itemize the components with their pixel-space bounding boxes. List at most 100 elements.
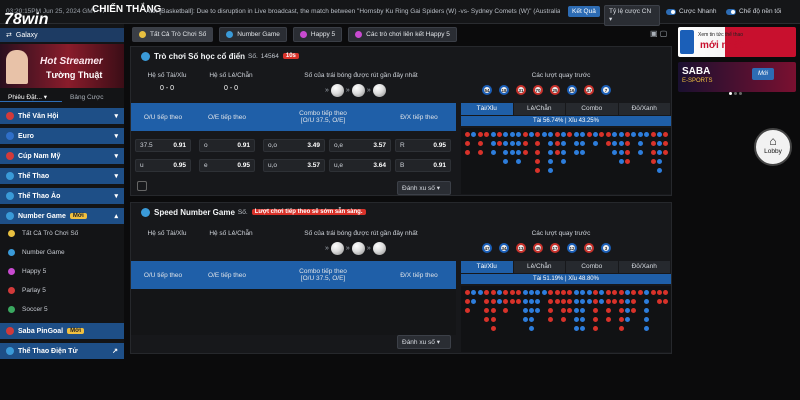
galaxy-item[interactable]: ⇄ Galaxy bbox=[0, 28, 124, 42]
news-banner[interactable]: Xem tin tức thể thao mới nhất bbox=[678, 27, 796, 57]
new-badge: Mới bbox=[69, 213, 87, 219]
odds-cell[interactable]: R 0.95 bbox=[395, 139, 451, 152]
sidebar-item-category[interactable]: Cúp Nam Mỹ ▾ bbox=[0, 148, 124, 164]
road-dot bbox=[484, 299, 490, 304]
road-dot bbox=[631, 132, 637, 137]
table-view-icon[interactable] bbox=[137, 181, 147, 191]
sidebar-item-pingoal[interactable]: Saba PinGoal Mới bbox=[0, 323, 124, 339]
stat-tab[interactable]: Lẻ/Chẵn bbox=[513, 103, 566, 115]
odds-cell[interactable]: o,o 3.49 bbox=[263, 139, 325, 152]
arrow-icon: » bbox=[345, 87, 350, 94]
dot[interactable] bbox=[734, 92, 737, 95]
tab-all-number-games[interactable]: Tất Cả Trò Chơi Số bbox=[132, 26, 214, 42]
stat-tab[interactable]: Đỏ/Xanh bbox=[618, 103, 671, 115]
stat-tab[interactable]: Tài/Xỉu bbox=[461, 261, 514, 273]
header-oe: O/E tiếp theo bbox=[208, 113, 246, 121]
tab-happy5-linked[interactable]: Các trò chơi liên kết Happy 5 bbox=[348, 26, 457, 42]
odds-cell[interactable]: e 0.95 bbox=[199, 159, 255, 172]
odds-cell[interactable]: u 0.95 bbox=[135, 159, 191, 172]
odds-line: o,o bbox=[268, 142, 278, 149]
previous-draws-label: Các lượt quay trước bbox=[531, 230, 591, 237]
road-dot bbox=[573, 326, 579, 331]
announcement-ticker[interactable]: Attn [Basketball]: Due to disruption in … bbox=[146, 8, 560, 15]
road-dot bbox=[490, 132, 496, 137]
sidebar-item-number-game[interactable]: Number Game Mới ▴ bbox=[0, 208, 124, 224]
ball bbox=[330, 242, 344, 255]
sidebar-item-category[interactable]: Euro ▾ bbox=[0, 128, 124, 144]
odds-type-select[interactable]: Tỷ lệ cược CN ▾ bbox=[604, 5, 660, 26]
sidebar-item-esports[interactable]: Thể Thao Điện Tử ↗ bbox=[0, 343, 124, 359]
dot[interactable] bbox=[739, 92, 742, 95]
road-dot bbox=[612, 132, 618, 137]
draw-ball: 47 bbox=[482, 243, 492, 253]
sidebar-subitem[interactable]: Happy 5 bbox=[0, 262, 124, 281]
sidebar-item-category[interactable]: Thể Thao Ảo ▾ bbox=[0, 188, 124, 204]
stat-tab[interactable]: Đỏ/Xanh bbox=[618, 261, 671, 273]
results-button[interactable]: Kết Quả bbox=[568, 6, 600, 17]
fast-bet-toggle[interactable]: Cược Nhanh bbox=[666, 8, 717, 15]
odds-cell[interactable]: 37.5 0.91 bbox=[135, 139, 191, 152]
road-dot bbox=[465, 308, 470, 313]
stat-tab[interactable]: Combo bbox=[566, 261, 619, 273]
happy5-icon bbox=[355, 30, 363, 38]
odds-cell[interactable]: o,e 3.57 bbox=[329, 139, 391, 152]
esports-banner[interactable]: SABA E-SPORTS Mới bbox=[678, 62, 796, 92]
tab-board[interactable]: Bảng Cược bbox=[62, 94, 124, 101]
chevron-down-icon: ▾ bbox=[114, 133, 118, 140]
road-dot bbox=[554, 141, 560, 146]
promo-title: Hot Streamer bbox=[40, 56, 103, 67]
road-dot bbox=[503, 159, 509, 164]
road-dot bbox=[657, 299, 662, 304]
dot[interactable] bbox=[729, 92, 732, 95]
road-dot bbox=[541, 290, 547, 295]
arrow-icon: » bbox=[325, 87, 329, 94]
road-dot bbox=[657, 132, 662, 137]
draw-ball: 45 bbox=[533, 243, 543, 253]
road-dot bbox=[657, 150, 662, 155]
sidebar-subitem[interactable]: Tất Cả Trò Chơi Số bbox=[0, 224, 124, 243]
road-dot bbox=[612, 150, 618, 155]
road-map bbox=[461, 286, 671, 352]
carousel-dots[interactable] bbox=[728, 92, 743, 95]
road-dot bbox=[509, 299, 515, 304]
window-controls[interactable]: ▣ ▢ bbox=[650, 29, 667, 38]
stat-tab[interactable]: Combo bbox=[566, 103, 619, 115]
tab-favorite[interactable]: Phiêu Đặt... ▾ bbox=[0, 93, 62, 102]
odds-cell[interactable]: o 0.91 bbox=[199, 139, 255, 152]
draw-ball: 12 bbox=[567, 243, 577, 253]
road-dot bbox=[593, 308, 598, 313]
road-dot bbox=[529, 290, 534, 295]
stat-tab[interactable]: Tài/Xỉu bbox=[461, 103, 514, 115]
stat-tab[interactable]: Lẻ/Chẵn bbox=[513, 261, 566, 273]
tab-happy5[interactable]: Happy 5 bbox=[292, 26, 343, 42]
road-dot bbox=[625, 308, 630, 313]
last-ball-label: Số của trái bóng được rút gần đây nhất bbox=[304, 230, 418, 237]
sidebar-subitem[interactable]: Parlay 5 bbox=[0, 281, 124, 300]
subitem-label: Number Game bbox=[22, 249, 65, 256]
sidebar-item-category[interactable]: Thể Văn Hội ▾ bbox=[0, 108, 124, 124]
road-dot bbox=[580, 132, 586, 137]
road-dot bbox=[573, 317, 579, 322]
road-dot bbox=[586, 299, 592, 304]
tab-number-game[interactable]: Number Game bbox=[219, 26, 287, 42]
arrow-icon: » bbox=[366, 87, 371, 94]
sidebar-subitem[interactable]: Number Game bbox=[0, 243, 124, 262]
bet-amount-select[interactable]: Đánh xu số ▾ bbox=[397, 181, 451, 195]
bet-amount-select[interactable]: Đánh xu số ▾ bbox=[397, 335, 451, 349]
odds-cell[interactable]: u,o 3.57 bbox=[263, 159, 325, 172]
road-dot bbox=[567, 299, 573, 304]
road-dot bbox=[548, 317, 554, 322]
odds-cell[interactable]: B 0.91 bbox=[395, 159, 451, 172]
promo-banner[interactable]: Hot Streamer Tường Thuật bbox=[0, 44, 124, 88]
sidebar-item-category[interactable]: Thể Thao ▾ bbox=[0, 168, 124, 184]
lobby-button[interactable]: ⌂ Lobby bbox=[754, 128, 792, 166]
sidebar-subitem[interactable]: Soccer 5 bbox=[0, 300, 124, 319]
road-dot bbox=[618, 132, 624, 137]
swap-icon: ⇄ bbox=[6, 32, 12, 39]
dark-mode-toggle[interactable]: Chế độ nền tối bbox=[726, 8, 781, 15]
esports-brand: SABA bbox=[682, 66, 711, 77]
road-dot bbox=[484, 308, 490, 313]
odds-cell[interactable]: u,e 3.64 bbox=[329, 159, 391, 172]
road-dot bbox=[663, 141, 669, 146]
road-dot bbox=[618, 317, 624, 322]
